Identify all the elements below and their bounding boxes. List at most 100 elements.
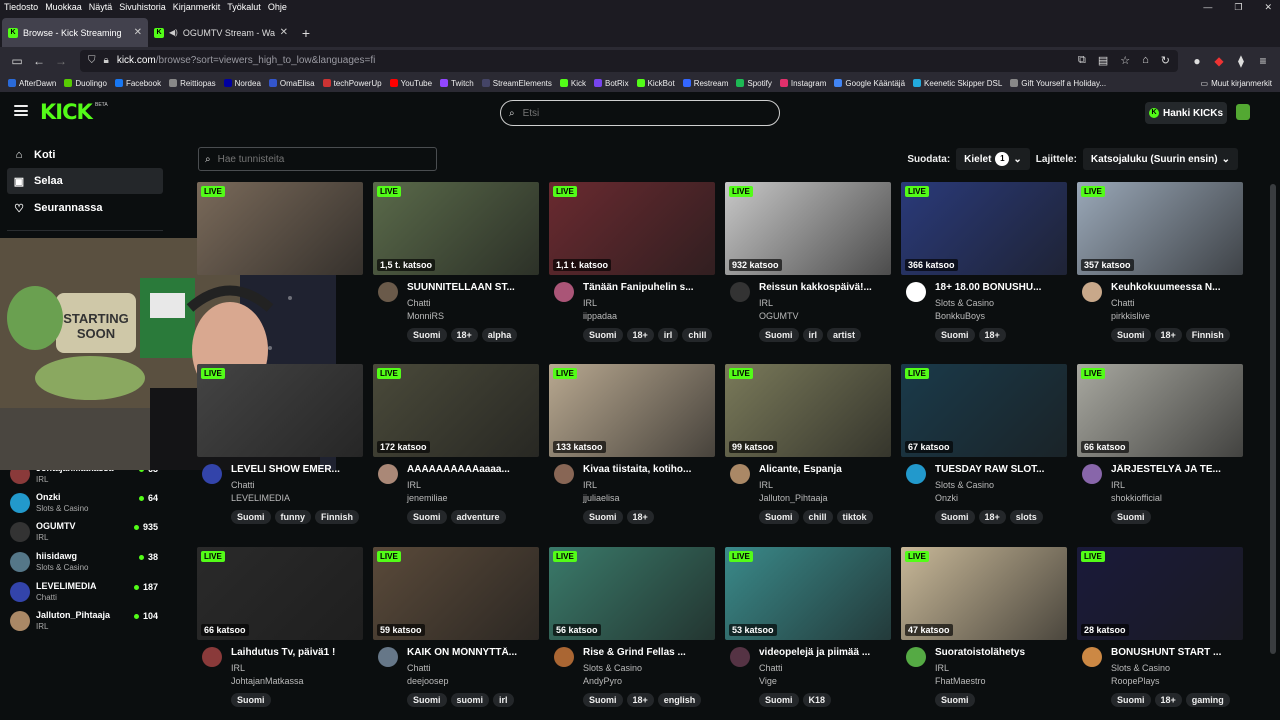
stream-card[interactable]: LIVE xyxy=(197,182,363,352)
stream-thumbnail[interactable]: LIVE 932 katsoo xyxy=(725,182,891,275)
stream-title[interactable]: BONUSHUNT START ... xyxy=(1111,647,1241,658)
stream-category[interactable]: IRL xyxy=(231,663,245,673)
streamer-avatar[interactable] xyxy=(202,647,222,667)
stream-tag[interactable]: Suomi xyxy=(407,328,447,342)
stream-thumbnail[interactable]: LIVE 28 katsoo xyxy=(1077,547,1243,640)
languages-dropdown[interactable]: Kielet 1 ⌄ xyxy=(956,148,1030,170)
sidebar-channel[interactable]: OGUMTV IRL 935 xyxy=(10,520,160,542)
stream-tag[interactable]: Suomi xyxy=(759,693,799,707)
stream-tag[interactable]: Suomi xyxy=(935,328,975,342)
stream-category[interactable]: Chatti xyxy=(759,663,783,673)
bookmark-item[interactable]: Kick xyxy=(559,79,586,88)
stream-category[interactable]: IRL xyxy=(407,480,421,490)
stream-category[interactable]: Slots & Casino xyxy=(583,663,642,673)
stream-category[interactable]: Slots & Casino xyxy=(935,480,994,490)
streamer-avatar[interactable] xyxy=(730,464,750,484)
stream-card[interactable]: LIVE 172 katsoo AAAAAAAAAAaaaa... IRL jenemi… xyxy=(373,364,539,534)
back-button[interactable]: ← xyxy=(28,50,50,72)
stream-thumbnail[interactable]: LIVE xyxy=(197,182,363,275)
extensions-icon[interactable]: ⧫ xyxy=(1230,50,1252,72)
stream-card[interactable]: LIVE 1,1 t. katsoo Tänään Fanipuhelin s...… xyxy=(549,182,715,352)
stream-thumbnail[interactable]: LIVE 99 katsoo xyxy=(725,364,891,457)
stream-tag[interactable]: 18+ xyxy=(1154,328,1182,342)
stream-card[interactable]: LIVE 28 katsoo BONUSHUNT START ... Slots & … xyxy=(1077,547,1243,717)
stream-category[interactable]: IRL xyxy=(583,298,597,308)
stream-thumbnail[interactable]: LIVE 1,5 t. katsoo xyxy=(373,182,539,275)
other-bookmarks[interactable]: ▭ Muut kirjanmerkit xyxy=(1194,74,1272,92)
forward-button[interactable]: → xyxy=(50,50,72,72)
stream-title[interactable]: Reissun kakkospäivä!... xyxy=(759,282,889,293)
stream-card[interactable]: LIVE 133 katsoo Kivaa tiistaita, kotiho...… xyxy=(549,364,715,534)
stream-category[interactable]: IRL xyxy=(759,480,773,490)
stream-tag[interactable]: irl xyxy=(802,328,824,342)
stream-title[interactable]: JÄRJESTELYÄ JA TE... xyxy=(1111,464,1241,475)
streamer-name[interactable]: shokkiofficial xyxy=(1111,493,1162,503)
stream-category[interactable]: IRL xyxy=(935,663,949,673)
stream-card[interactable]: LIVE 47 katsoo Suoratoistolähetys IRL FhatMa… xyxy=(901,547,1067,717)
stream-tag[interactable]: 18+ xyxy=(626,693,654,707)
stream-card[interactable]: LIVE LEVELI SHOW EMER... Chatti LEVELIMEDIA… xyxy=(197,364,363,534)
menu-item[interactable]: Sivuhistoria xyxy=(119,0,166,14)
bookmark-item[interactable]: Reittiopas xyxy=(169,79,216,88)
stream-title[interactable]: Rise & Grind Fellas ... xyxy=(583,647,713,658)
streamer-avatar[interactable] xyxy=(554,282,574,302)
bookmark-item[interactable]: AfterDawn xyxy=(8,79,56,88)
sort-dropdown[interactable]: Katsojaluku (Suurin ensin) ⌄ xyxy=(1082,148,1238,170)
bookmark-item[interactable]: Spotify xyxy=(736,79,772,88)
tab-close-icon[interactable]: ✕ xyxy=(280,27,288,38)
stream-tag[interactable]: suomi xyxy=(450,693,490,707)
stream-title[interactable]: KAIK ON MÖNNYTTÄ... xyxy=(407,647,537,658)
sidebar-item-following[interactable]: ♡ Seurannassa xyxy=(7,195,163,221)
stream-category[interactable]: Slots & Casino xyxy=(935,298,994,308)
stream-tag[interactable]: Suomi xyxy=(231,510,271,524)
stream-tag[interactable]: 18+ xyxy=(450,328,478,342)
bookmark-item[interactable]: BotRix xyxy=(594,79,629,88)
streamer-avatar[interactable] xyxy=(378,282,398,302)
reload-icon[interactable]: ↻ xyxy=(1161,54,1170,67)
stream-tag[interactable]: Suomi xyxy=(1111,328,1151,342)
stream-thumbnail[interactable]: LIVE 53 katsoo xyxy=(725,547,891,640)
streamer-name[interactable]: iippadaa xyxy=(583,311,617,321)
stream-card[interactable]: LIVE 66 katsoo JÄRJESTELYÄ JA TE... IRL shok… xyxy=(1077,364,1243,534)
restore-icon[interactable]: ❐ xyxy=(1234,2,1242,13)
stream-category[interactable]: Chatti xyxy=(1111,298,1135,308)
bookmark-item[interactable]: Nordea xyxy=(223,79,261,88)
stream-title[interactable]: videopelejä ja piimää ... xyxy=(759,647,889,658)
stream-thumbnail[interactable]: LIVE 47 katsoo xyxy=(901,547,1067,640)
sidebar-channel[interactable]: Onzki Slots & Casino 64 xyxy=(10,491,160,513)
sidebar-toggle-icon[interactable]: ▭ xyxy=(6,50,28,72)
bookmark-item[interactable]: YouTube xyxy=(389,79,432,88)
streamer-name[interactable]: BonkkuBoys xyxy=(935,311,985,321)
stream-thumbnail[interactable]: LIVE 357 katsoo xyxy=(1077,182,1243,275)
page-scrollbar[interactable] xyxy=(1270,184,1276,654)
stream-tag[interactable]: Suomi xyxy=(583,328,623,342)
stream-thumbnail[interactable]: LIVE 66 katsoo xyxy=(1077,364,1243,457)
stream-tag[interactable]: english xyxy=(657,693,702,707)
lock-icon[interactable]: 🔒︎ xyxy=(104,55,109,66)
sidebar-item-browse[interactable]: ▣ Selaa xyxy=(7,168,163,194)
tab-close-icon[interactable]: ✕ xyxy=(134,27,142,38)
streamer-avatar[interactable] xyxy=(1082,647,1102,667)
stream-thumbnail[interactable]: LIVE 67 katsoo xyxy=(901,364,1067,457)
streamer-avatar[interactable] xyxy=(730,282,750,302)
streamer-avatar[interactable] xyxy=(906,647,926,667)
stream-thumbnail[interactable]: LIVE 56 katsoo xyxy=(549,547,715,640)
stream-title[interactable]: Tänään Fanipuhelin s... xyxy=(583,282,713,293)
stream-title[interactable]: Laihdutus Tv, päivä1 ! xyxy=(231,647,361,658)
menu-item[interactable]: Muokkaa xyxy=(45,0,82,14)
streamer-avatar[interactable] xyxy=(1082,282,1102,302)
stream-title[interactable]: SUUNNITELLAAN ST... xyxy=(407,282,537,293)
stream-tag[interactable]: Suomi xyxy=(1111,510,1151,524)
hamburger-menu-icon[interactable] xyxy=(14,105,28,116)
stream-category[interactable]: Chatti xyxy=(231,480,255,490)
stream-tag[interactable]: Suomi xyxy=(407,693,447,707)
sidebar-channel[interactable]: Jalluton_Pihtaaja IRL 104 xyxy=(10,609,160,631)
address-bar[interactable]: ⛉ 🔒︎ kick.com/browse?sort=viewers_high_t… xyxy=(80,49,1178,72)
stream-thumbnail[interactable]: LIVE 172 katsoo xyxy=(373,364,539,457)
stream-tag[interactable]: Suomi xyxy=(583,510,623,524)
stream-tag[interactable]: Suomi xyxy=(759,328,799,342)
streamer-name[interactable]: Onzki xyxy=(935,493,958,503)
streamer-avatar[interactable] xyxy=(1082,464,1102,484)
streamer-avatar[interactable] xyxy=(378,647,398,667)
stream-tag[interactable]: alpha xyxy=(481,328,518,342)
